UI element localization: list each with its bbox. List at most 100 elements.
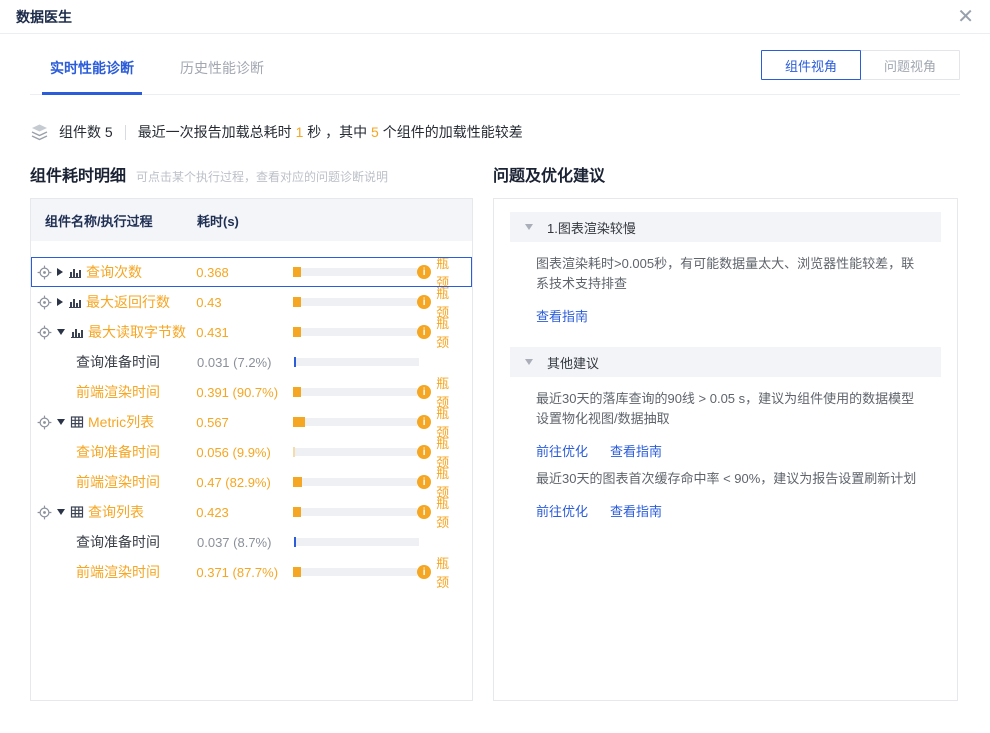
locate-component-icon[interactable] xyxy=(37,265,52,280)
tab-bar: 实时性能诊断 历史性能诊断 xyxy=(42,58,272,94)
component-view-button[interactable]: 组件视角 xyxy=(761,50,861,80)
suggestion-text: 图表渲染耗时>0.005秒，有可能数据量太大、浏览器性能较差，联系技术支持排查 xyxy=(536,254,917,294)
summary-line: 组件数 5 最近一次报告加载总耗时 1 秒 ，其中 5 个组件的加载性能较差 xyxy=(30,122,960,142)
suggestions-card: 1.图表渲染较慢 图表渲染耗时>0.005秒，有可能数据量太大、浏览器性能较差，… xyxy=(493,198,958,701)
column-header-time: 耗时(s) xyxy=(197,211,294,230)
table-row[interactable]: 前端渲染时间 0.391 (90.7%) i瓶颈 xyxy=(31,377,472,407)
content-columns: 组件耗时明细 可点击某个执行过程，查看对应的问题诊断说明 组件名称/执行过程 耗… xyxy=(30,162,960,701)
time-bar xyxy=(293,568,417,576)
component-name[interactable]: 最大返回行数 xyxy=(86,292,170,312)
table-row[interactable]: 查询准备时间 0.056 (9.9%) i瓶颈 xyxy=(31,437,472,467)
table-icon xyxy=(70,505,84,519)
component-name[interactable]: 查询列表 xyxy=(88,502,144,522)
chart-icon xyxy=(68,295,82,309)
time-value: 0.47 (82.9%) xyxy=(196,475,293,490)
component-table: 组件名称/执行过程 耗时(s) 查询次数 0.368 xyxy=(30,198,473,701)
table-row[interactable]: Metric列表 0.567 i瓶颈 xyxy=(31,407,472,437)
time-bar xyxy=(293,448,417,456)
collapse-caret-icon[interactable] xyxy=(57,419,65,425)
info-icon[interactable]: i xyxy=(417,295,431,309)
process-name[interactable]: 前端渲染时间 xyxy=(76,472,160,492)
info-icon[interactable]: i xyxy=(417,505,431,519)
table-row[interactable]: 前端渲染时间 0.47 (82.9%) i瓶颈 xyxy=(31,467,472,497)
bottleneck-badge[interactable]: i瓶颈 xyxy=(417,313,472,351)
slow-count: 5 xyxy=(371,124,379,140)
table-row[interactable]: 查询准备时间 0.037 (8.7%) xyxy=(31,527,472,557)
component-name[interactable]: 最大读取字节数 xyxy=(88,322,186,342)
bottleneck-badge[interactable]: i瓶颈 xyxy=(417,553,472,591)
expand-caret-icon[interactable] xyxy=(57,268,63,276)
problem-view-button[interactable]: 问题视角 xyxy=(860,50,960,80)
divider xyxy=(125,125,126,140)
table-row[interactable]: 查询列表 0.423 i瓶颈 xyxy=(31,497,472,527)
time-value: 0.368 xyxy=(196,265,293,280)
tab-history-diagnosis[interactable]: 历史性能诊断 xyxy=(172,58,272,95)
component-name[interactable]: 查询次数 xyxy=(86,262,142,282)
accordion-body: 图表渲染耗时>0.005秒，有可能数据量太大、浏览器性能较差，联系技术支持排查 … xyxy=(510,242,941,347)
view-toggle: 组件视角 问题视角 xyxy=(761,50,960,80)
time-bar xyxy=(293,478,417,486)
info-icon[interactable]: i xyxy=(417,475,431,489)
collapse-triangle-icon[interactable] xyxy=(525,224,533,230)
table-header: 组件名称/执行过程 耗时(s) xyxy=(31,199,472,241)
close-icon[interactable]: ✕ xyxy=(957,7,974,27)
left-panel-hint: 可点击某个执行过程，查看对应的问题诊断说明 xyxy=(136,168,388,185)
layers-icon xyxy=(30,123,49,141)
view-guide-link[interactable]: 查看指南 xyxy=(610,502,662,522)
table-row[interactable]: 最大读取字节数 0.431 i瓶颈 xyxy=(31,317,472,347)
go-optimize-link[interactable]: 前往优化 xyxy=(536,442,588,462)
process-name[interactable]: 查询准备时间 xyxy=(76,442,160,462)
locate-component-icon[interactable] xyxy=(37,325,52,340)
info-icon[interactable]: i xyxy=(417,265,431,279)
accordion-body: 最近30天的落库查询的90线 > 0.05 s，建议为组件使用的数据模型设置物化… xyxy=(510,377,941,542)
time-bar xyxy=(293,388,417,396)
suggestion-text: 最近30天的落库查询的90线 > 0.05 s，建议为组件使用的数据模型设置物化… xyxy=(536,389,917,429)
tab-realtime-diagnosis[interactable]: 实时性能诊断 xyxy=(42,58,142,95)
time-bar xyxy=(293,508,417,516)
accordion-title: 1.图表渲染较慢 xyxy=(547,218,636,237)
component-count: 组件数 5 xyxy=(59,122,113,142)
view-guide-link[interactable]: 查看指南 xyxy=(610,442,662,462)
table-icon xyxy=(70,415,84,429)
locate-component-icon[interactable] xyxy=(37,295,52,310)
table-row[interactable]: 最大返回行数 0.43 i瓶颈 xyxy=(31,287,472,317)
info-icon[interactable]: i xyxy=(417,325,431,339)
suggestions-panel: 问题及优化建议 1.图表渲染较慢 图表渲染耗时>0.005秒，有可能数据量太大、… xyxy=(493,162,958,701)
locate-component-icon[interactable] xyxy=(37,505,52,520)
locate-component-icon[interactable] xyxy=(37,415,52,430)
component-name[interactable]: Metric列表 xyxy=(88,412,154,432)
collapse-caret-icon[interactable] xyxy=(57,509,65,515)
process-name[interactable]: 查询准备时间 xyxy=(76,352,160,372)
time-value: 0.037 (8.7%) xyxy=(197,535,294,550)
time-value: 0.391 (90.7%) xyxy=(196,385,293,400)
expand-caret-icon[interactable] xyxy=(57,298,63,306)
view-guide-link[interactable]: 查看指南 xyxy=(536,307,588,327)
collapse-caret-icon[interactable] xyxy=(57,329,65,335)
info-icon[interactable]: i xyxy=(417,415,431,429)
process-name[interactable]: 查询准备时间 xyxy=(76,532,160,552)
info-icon[interactable]: i xyxy=(417,385,431,399)
process-name[interactable]: 前端渲染时间 xyxy=(76,562,160,582)
info-icon[interactable]: i xyxy=(417,445,431,459)
column-header-name: 组件名称/执行过程 xyxy=(45,211,197,230)
left-panel-title: 组件耗时明细 xyxy=(30,162,126,186)
bottleneck-badge[interactable]: i瓶颈 xyxy=(417,493,472,531)
table-body: 查询次数 0.368 i瓶颈 最大返回行数 xyxy=(31,241,472,587)
table-row[interactable]: 查询次数 0.368 i瓶颈 xyxy=(31,257,472,287)
collapse-triangle-icon[interactable] xyxy=(525,359,533,365)
time-value: 0.43 xyxy=(196,295,293,310)
table-row[interactable]: 前端渲染时间 0.371 (87.7%) i瓶颈 xyxy=(31,557,472,587)
chart-icon xyxy=(68,265,82,279)
summary-text: 最近一次报告加载总耗时 1 秒 ，其中 5 个组件的加载性能较差 xyxy=(138,122,523,142)
time-bar xyxy=(293,328,417,336)
right-panel-title: 问题及优化建议 xyxy=(493,162,605,186)
time-value: 0.567 xyxy=(196,415,293,430)
time-value: 0.031 (7.2%) xyxy=(197,355,294,370)
info-icon[interactable]: i xyxy=(417,565,431,579)
accordion-header-other[interactable]: 其他建议 xyxy=(510,347,941,377)
table-row[interactable]: 查询准备时间 0.031 (7.2%) xyxy=(31,347,472,377)
process-name[interactable]: 前端渲染时间 xyxy=(76,382,160,402)
component-detail-panel: 组件耗时明细 可点击某个执行过程，查看对应的问题诊断说明 组件名称/执行过程 耗… xyxy=(30,162,473,701)
go-optimize-link[interactable]: 前往优化 xyxy=(536,502,588,522)
accordion-header-chart-render[interactable]: 1.图表渲染较慢 xyxy=(510,212,941,242)
